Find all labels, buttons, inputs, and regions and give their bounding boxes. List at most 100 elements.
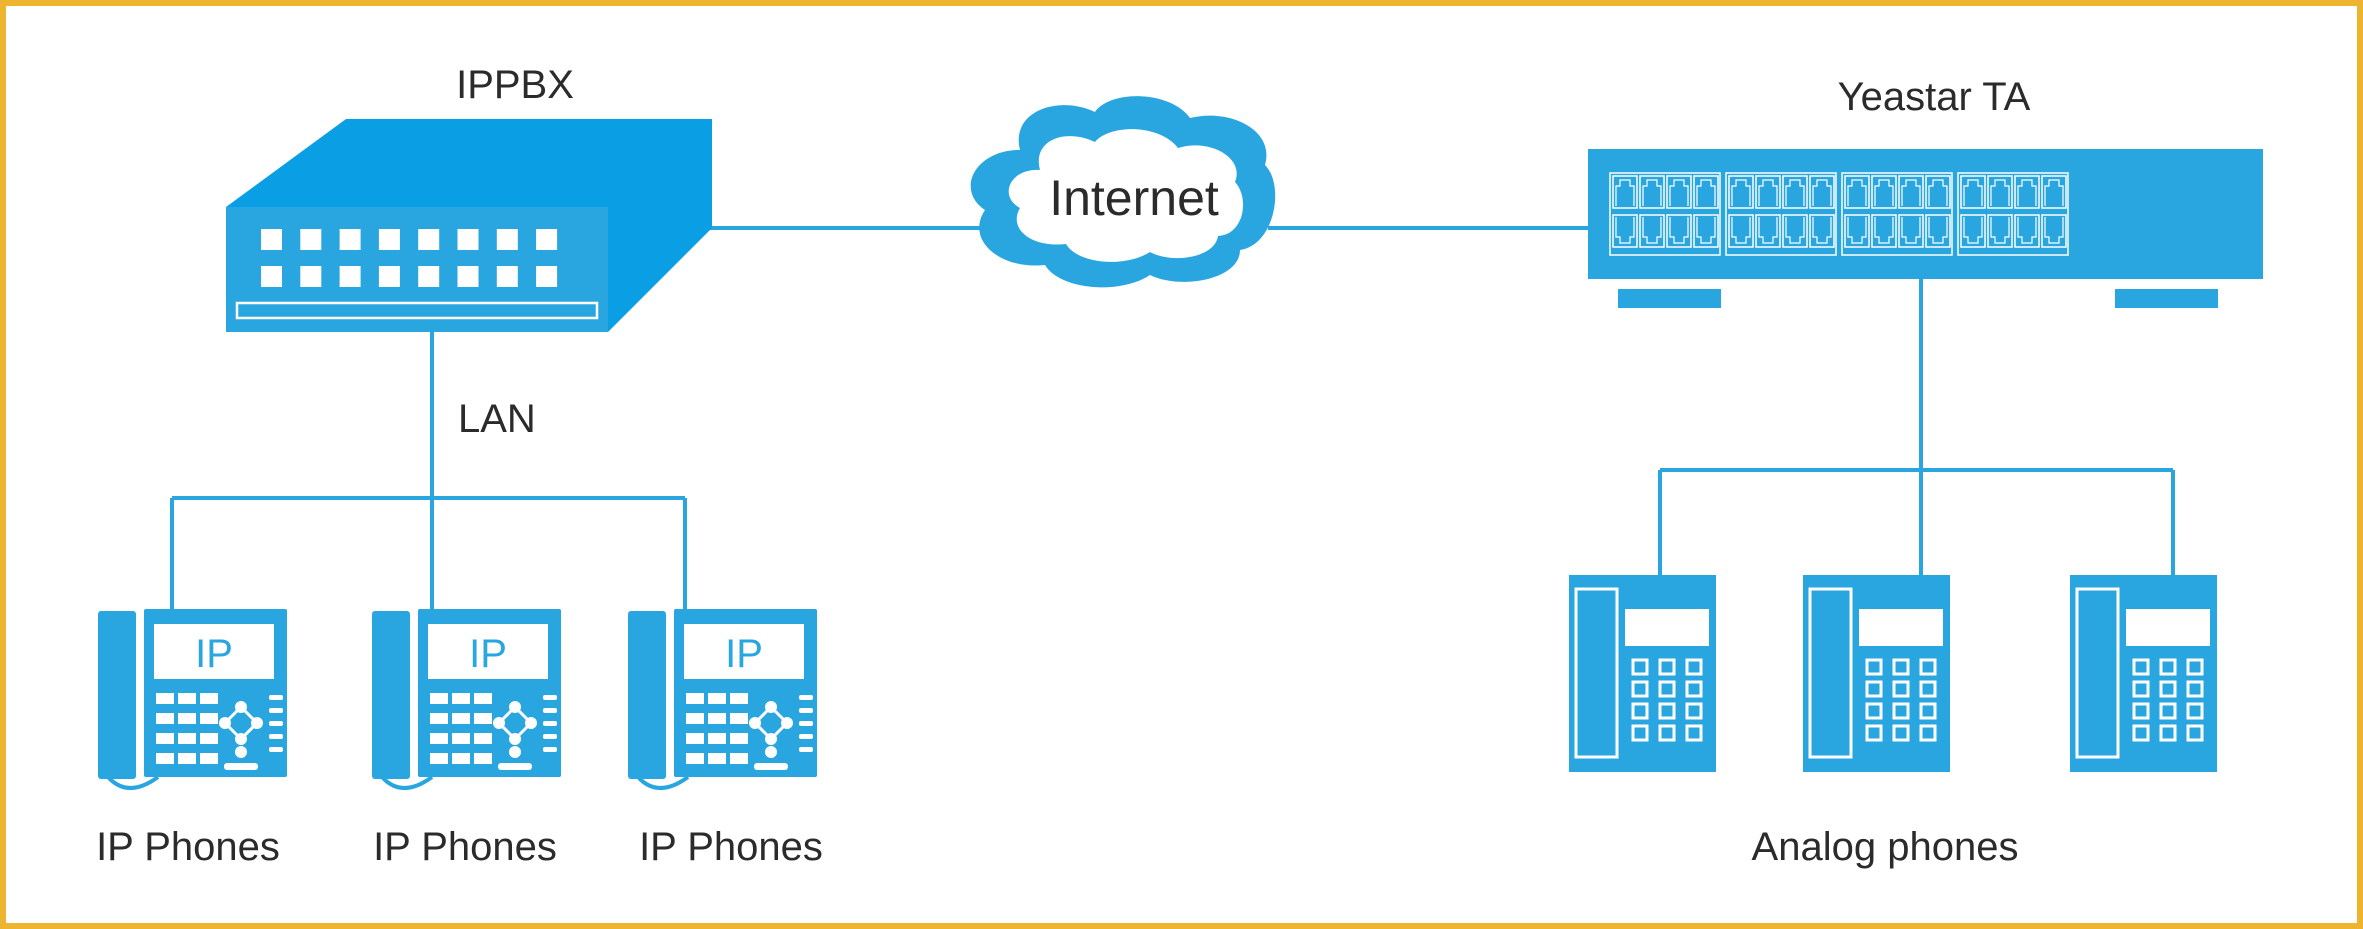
- keypad-key: [156, 693, 174, 704]
- pbx-port-icon: [378, 266, 400, 287]
- pbx-port-icon: [261, 229, 282, 250]
- soft-key: [799, 708, 813, 713]
- keypad-key: [708, 733, 726, 744]
- network-diagram: IPPBX LAN Internet Yeastar TA IP IP IP IP …: [96, 63, 2263, 869]
- ip-phones-group: IP IP IP: [98, 609, 817, 790]
- nav-button: [765, 733, 777, 745]
- pbx-port-icon: [300, 229, 322, 250]
- phone-screen: [2126, 609, 2210, 646]
- nav-button: [235, 701, 247, 713]
- keypad-key: [730, 733, 748, 744]
- speaker-bar: [754, 763, 788, 770]
- pbx-port-icon: [418, 266, 440, 287]
- keypad-key: [730, 693, 748, 704]
- phone-screen: [1859, 609, 1943, 646]
- soft-key: [269, 747, 283, 752]
- nav-button: [525, 717, 537, 729]
- phone-screen: [1625, 609, 1709, 646]
- keypad-key: [156, 713, 174, 724]
- phone-screen-text: IP: [469, 632, 507, 676]
- nav-button: [219, 717, 231, 729]
- keypad-key: [430, 713, 448, 724]
- soft-key: [799, 747, 813, 752]
- nav-button: [765, 746, 777, 758]
- pbx-port-icon: [536, 229, 558, 250]
- speaker-bar: [224, 763, 258, 770]
- pbx-port-icon: [457, 266, 479, 287]
- soft-key: [269, 695, 283, 700]
- soft-key: [799, 734, 813, 739]
- soft-key: [269, 708, 283, 713]
- lan-label: LAN: [458, 397, 536, 441]
- pbx-port-icon: [339, 266, 361, 287]
- keypad-key: [686, 753, 704, 764]
- analog-phone-icon: [2070, 575, 2217, 772]
- handset: [372, 611, 410, 779]
- pbx-port-icon: [496, 229, 518, 250]
- nav-button: [235, 746, 247, 758]
- nav-button: [509, 701, 521, 713]
- nav-button: [509, 746, 521, 758]
- keypad-key: [430, 753, 448, 764]
- yeastar-ta-label: Yeastar TA: [1838, 75, 2031, 119]
- nav-button: [235, 733, 247, 745]
- soft-key: [269, 734, 283, 739]
- ip-phone-icon: IP: [98, 609, 287, 790]
- keypad-key: [200, 693, 218, 704]
- speaker-bar: [498, 763, 532, 770]
- keypad-key: [156, 753, 174, 764]
- pbx-port-icon: [339, 229, 361, 250]
- keypad-key: [200, 713, 218, 724]
- keypad-key: [708, 753, 726, 764]
- keypad-key: [474, 733, 492, 744]
- soft-key: [543, 721, 557, 726]
- soft-key: [799, 695, 813, 700]
- soft-key: [269, 721, 283, 726]
- pbx-port-icon: [457, 229, 479, 250]
- ip-phone-label-1: IP Phones: [96, 825, 280, 869]
- keypad-key: [200, 733, 218, 744]
- pbx-port-icon: [536, 266, 558, 287]
- keypad-key: [686, 733, 704, 744]
- soft-key: [543, 747, 557, 752]
- handset: [98, 611, 136, 779]
- ippbx-label: IPPBX: [456, 63, 574, 107]
- ip-phone-icon: IP: [372, 609, 561, 790]
- keypad-key: [178, 713, 196, 724]
- keypad-key: [452, 733, 470, 744]
- analog-phones-group: [1569, 575, 2217, 772]
- ip-phone-label-3: IP Phones: [639, 825, 823, 869]
- pbx-port-icon: [300, 266, 322, 287]
- soft-key: [543, 695, 557, 700]
- nav-button: [251, 717, 263, 729]
- keypad-key: [730, 753, 748, 764]
- internet-label: Internet: [1049, 170, 1219, 226]
- ip-phone-label-2: IP Phones: [373, 825, 557, 869]
- pbx-port-icon: [496, 266, 518, 287]
- nav-button: [781, 717, 793, 729]
- keypad-key: [156, 733, 174, 744]
- phone-screen-text: IP: [725, 632, 763, 676]
- yeastar-ta-device-icon: [1588, 149, 2263, 308]
- nav-button: [509, 733, 521, 745]
- keypad-key: [474, 713, 492, 724]
- keypad-key: [430, 733, 448, 744]
- analog-phone-icon: [1569, 575, 1716, 772]
- pbx-port-icon: [418, 229, 440, 250]
- keypad-key: [474, 693, 492, 704]
- keypad-key: [730, 713, 748, 724]
- soft-key: [543, 734, 557, 739]
- keypad-key: [178, 693, 196, 704]
- handset: [628, 611, 666, 779]
- keypad-key: [708, 693, 726, 704]
- nav-button: [493, 717, 505, 729]
- keypad-key: [708, 713, 726, 724]
- ip-phone-icon: IP: [628, 609, 817, 790]
- nav-button: [765, 701, 777, 713]
- nav-button: [749, 717, 761, 729]
- keypad-key: [200, 753, 218, 764]
- pbx-port-icon: [378, 229, 400, 250]
- soft-key: [543, 708, 557, 713]
- pbx-port-icon: [261, 266, 282, 287]
- keypad-key: [686, 713, 704, 724]
